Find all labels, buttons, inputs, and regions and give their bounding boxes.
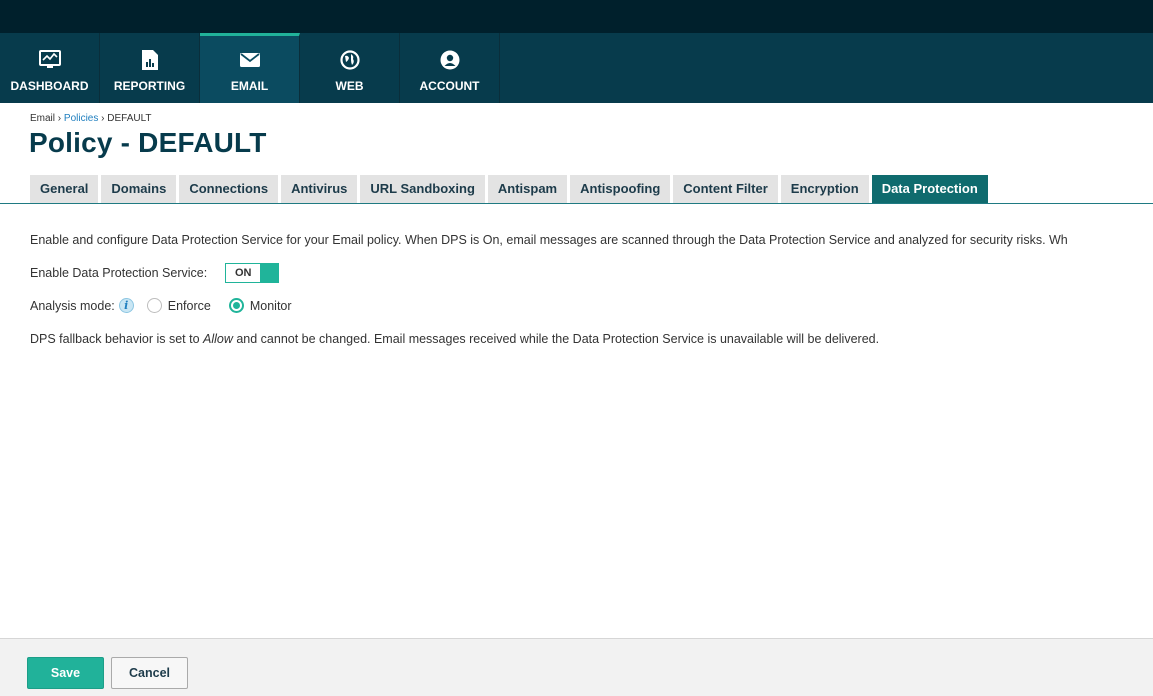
radio-monitor[interactable]	[228, 298, 244, 313]
breadcrumb-root: Email	[30, 113, 56, 124]
toggle-knob	[260, 264, 279, 282]
nav-reporting[interactable]: REPORTING	[100, 33, 200, 103]
fallback-text-end: and cannot be changed. Email messages re…	[232, 332, 880, 346]
tab-content-filter[interactable]: Content Filter	[673, 175, 778, 203]
enable-dps-label: Enable Data Protection Service:	[30, 266, 208, 280]
breadcrumb-separator: ›	[55, 113, 64, 124]
globe-icon	[339, 49, 361, 71]
tab-url-sandboxing[interactable]: URL Sandboxing	[360, 175, 485, 203]
radio-enforce-label: Enforce	[167, 298, 211, 313]
monitor-icon	[38, 49, 61, 71]
enable-dps-row: Enable Data Protection Service: ON	[30, 263, 280, 283]
save-button[interactable]: Save	[27, 657, 104, 689]
breadcrumb-current: DEFAULT	[107, 113, 152, 124]
intro-text: Enable and configure Data Protection Ser…	[30, 233, 1068, 247]
tab-antispoofing[interactable]: Antispoofing	[570, 175, 671, 203]
nav-web[interactable]: WEB	[300, 33, 400, 103]
nav-label: ACCOUNT	[419, 79, 480, 93]
tab-antispam[interactable]: Antispam	[487, 175, 568, 203]
nav-email[interactable]: EMAIL	[200, 33, 300, 103]
info-icon[interactable]: i	[118, 298, 134, 313]
page: DASHBOARD REPORTING EMAIL WEB ACCOUNT Em…	[0, 0, 1153, 696]
analysis-mode-row: Analysis mode: i Enforce Monitor	[30, 298, 310, 313]
nav-label: DASHBOARD	[10, 79, 89, 93]
tab-bar: General Domains Connections Antivirus UR…	[30, 175, 988, 203]
dps-toggle[interactable]: ON	[225, 263, 280, 283]
tab-antivirus[interactable]: Antivirus	[281, 175, 358, 203]
footer-bar: Save Cancel	[0, 638, 1153, 696]
analysis-mode-label: Analysis mode:	[30, 298, 115, 313]
tab-encryption[interactable]: Encryption	[780, 175, 869, 203]
breadcrumb: Email › Policies › DEFAULT	[30, 113, 152, 124]
page-title: Policy - DEFAULT	[29, 127, 267, 158]
nav-dashboard[interactable]: DASHBOARD	[0, 33, 100, 103]
report-icon	[139, 49, 161, 71]
tab-domains[interactable]: Domains	[101, 175, 177, 203]
nav-label: EMAIL	[230, 79, 269, 93]
nav-label: WEB	[335, 79, 364, 93]
top-strip	[0, 0, 1153, 33]
toggle-label: ON	[226, 264, 261, 282]
tab-divider	[0, 203, 1153, 204]
tab-data-protection[interactable]: Data Protection	[871, 175, 988, 203]
nav-account[interactable]: ACCOUNT	[400, 33, 500, 103]
fallback-allow: Allow	[203, 332, 233, 346]
radio-monitor-label: Monitor	[249, 298, 292, 313]
main-nav: DASHBOARD REPORTING EMAIL WEB ACCOUNT	[0, 33, 1153, 103]
fallback-text-start: DPS fallback behavior is set to	[30, 332, 203, 346]
user-icon	[439, 49, 461, 71]
nav-label: REPORTING	[113, 79, 186, 93]
tab-general[interactable]: General	[30, 175, 99, 203]
envelope-icon	[239, 49, 261, 71]
radio-enforce[interactable]	[146, 298, 162, 313]
fallback-text: DPS fallback behavior is set to Allow an…	[30, 332, 879, 346]
tab-connections[interactable]: Connections	[179, 175, 279, 203]
breadcrumb-link-policies[interactable]: Policies	[64, 113, 98, 124]
breadcrumb-separator: ›	[98, 113, 108, 124]
cancel-button[interactable]: Cancel	[111, 657, 188, 689]
